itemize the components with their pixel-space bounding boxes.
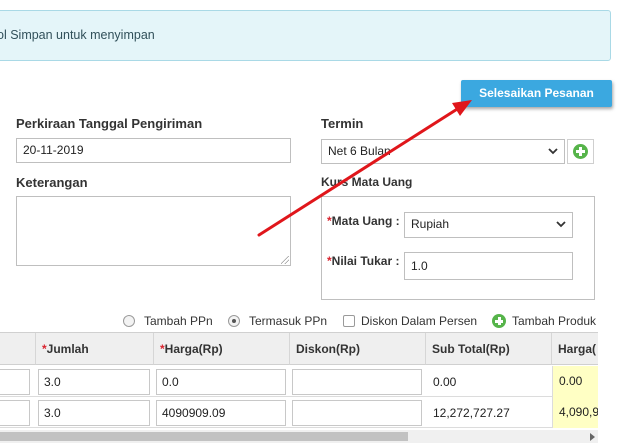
include-ppn-radio[interactable] [228, 315, 240, 327]
row-product-input[interactable] [0, 369, 30, 395]
product-table: *Jumlah *Harga(Rp) Diskon(Rp) Sub Total(… [0, 332, 598, 432]
discount-percent-label: Diskon Dalam Persen [361, 314, 478, 328]
note-label: Keterangan [16, 175, 88, 190]
term-label: Termin [321, 116, 364, 131]
table-header-qty: *Jumlah [36, 333, 154, 365]
note-textarea[interactable] [16, 196, 291, 266]
currency-select-value: Rupiah [411, 217, 450, 231]
currency-select[interactable]: Rupiah [404, 212, 573, 238]
table-header-discount: Diskon(Rp) [290, 333, 426, 365]
scroll-right-arrow-icon[interactable] [590, 433, 595, 441]
row-price-2: 0.00 [552, 366, 598, 397]
currency-section-label: Kurs Mata Uang [321, 175, 413, 189]
exchange-rate-label-text: Nilai Tukar : [331, 254, 400, 268]
row-qty-input[interactable]: 3.0 [38, 369, 150, 395]
resize-handle-icon[interactable] [281, 256, 289, 264]
exchange-rate-input[interactable]: 1.0 [404, 252, 573, 280]
delivery-date-input[interactable]: 20-11-2019 [16, 138, 291, 163]
term-select-value: Net 6 Bulan [328, 144, 391, 158]
currency-label: *Mata Uang : [327, 214, 400, 228]
finish-order-button[interactable]: Selesaikan Pesanan [461, 80, 612, 107]
include-ppn-label: Termasuk PPn [249, 314, 328, 328]
header-label: Harga( [558, 342, 597, 356]
row-price-2: 4,090,9 [552, 397, 598, 428]
exchange-rate-label: *Nilai Tukar : [327, 254, 399, 268]
scrollbar-thumb[interactable] [0, 432, 408, 441]
table-header-price: *Harga(Rp) [154, 333, 290, 365]
tax-options: Tambah PPn Termasuk PPn Diskon Dalam Per… [0, 313, 641, 329]
table-header-price-2: Harga( [552, 333, 598, 365]
header-label: Diskon(Rp) [296, 342, 360, 356]
row-discount-input[interactable] [292, 369, 422, 395]
chevron-down-icon [548, 148, 558, 155]
plus-icon[interactable] [492, 314, 506, 328]
currency-section-box: *Mata Uang : Rupiah *Nilai Tukar : 1.0 [321, 196, 595, 300]
row-product-input[interactable] [0, 400, 30, 426]
info-notice: ol Simpan untuk menyimpan [0, 10, 611, 61]
currency-label-text: Mata Uang : [331, 214, 400, 228]
header-label: Sub Total(Rp) [432, 342, 510, 356]
table-row: 3.0 4090909.09 12,272,727.27 4,090,9 [0, 397, 598, 428]
table-row: 3.0 0.0 0.00 0.00 [0, 366, 598, 397]
add-product-link[interactable]: Tambah Produk [512, 314, 596, 328]
notice-text: ol Simpan untuk menyimpan [0, 28, 155, 42]
add-ppn-label: Tambah PPn [144, 314, 213, 328]
table-header-cell [0, 333, 36, 365]
table-header-subtotal: Sub Total(Rp) [426, 333, 552, 365]
chevron-down-icon [556, 221, 566, 228]
add-term-button[interactable] [567, 139, 594, 164]
row-qty-input[interactable]: 3.0 [38, 400, 150, 426]
term-select[interactable]: Net 6 Bulan [321, 139, 565, 164]
row-subtotal: 12,272,727.27 [433, 406, 510, 420]
header-label: Harga(Rp) [164, 342, 223, 356]
delivery-date-label: Perkiraan Tanggal Pengiriman [16, 116, 203, 131]
row-price-input[interactable]: 0.0 [156, 369, 286, 395]
horizontal-scrollbar[interactable] [0, 430, 598, 443]
plus-icon [573, 144, 588, 159]
add-ppn-radio[interactable] [123, 315, 135, 327]
header-label: Jumlah [46, 342, 89, 356]
discount-percent-checkbox[interactable] [343, 315, 355, 327]
row-subtotal: 0.00 [433, 375, 457, 389]
row-price-input[interactable]: 4090909.09 [156, 400, 286, 426]
row-discount-input[interactable] [292, 400, 422, 426]
